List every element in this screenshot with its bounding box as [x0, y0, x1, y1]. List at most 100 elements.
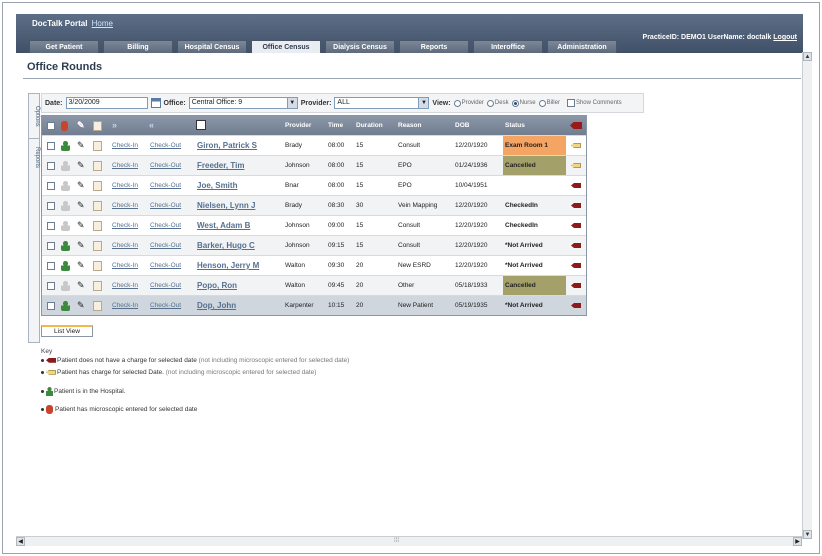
note-icon[interactable]	[93, 221, 102, 231]
check-out-link[interactable]: Check-Out	[150, 236, 181, 256]
pencil-icon[interactable]: ✎	[77, 280, 86, 290]
row-checkbox[interactable]	[47, 302, 55, 310]
check-out-link[interactable]: Check-Out	[150, 196, 181, 216]
list-view-tab[interactable]: List View	[41, 325, 93, 337]
patient-name-link[interactable]: Nielsen, Lynn J	[197, 196, 255, 216]
tab-billing[interactable]: Billing	[103, 40, 173, 53]
check-out-link[interactable]: Check-Out	[150, 176, 181, 196]
col-dob[interactable]: DOB	[455, 116, 469, 135]
check-out-link[interactable]: Check-Out	[150, 296, 181, 316]
col-time[interactable]: Time	[328, 116, 343, 135]
patient-name-link[interactable]: Henson, Jerry M	[197, 256, 259, 276]
vertical-scrollbar[interactable]: ▲ ▼	[802, 52, 812, 539]
logout-link[interactable]: Logout	[773, 34, 797, 41]
note-icon[interactable]	[93, 181, 102, 191]
check-in-link[interactable]: Check-In	[112, 296, 138, 316]
check-in-link[interactable]: Check-In	[112, 156, 138, 176]
scroll-right-icon[interactable]: ▶	[793, 537, 802, 546]
check-out-link[interactable]: Check-Out	[150, 276, 181, 296]
check-in-link[interactable]: Check-In	[112, 256, 138, 276]
checkbox[interactable]	[566, 99, 575, 107]
side-tab-options[interactable]: Options	[29, 98, 40, 134]
check-in-link[interactable]: Check-In	[112, 216, 138, 236]
col-duration[interactable]: Duration	[356, 116, 383, 135]
row-checkbox[interactable]	[47, 262, 55, 270]
check-in-link[interactable]: Check-In	[112, 236, 138, 256]
note-icon[interactable]	[93, 161, 102, 171]
back-icon[interactable]: «	[149, 116, 154, 135]
table-row[interactable]: ✎ Check-In Check-Out Barker, Hugo C Johnson 0…	[42, 235, 586, 255]
view-radio-nurse[interactable]: Nurse	[511, 99, 536, 107]
tab-office-census[interactable]: Office Census	[251, 40, 321, 53]
patient-name-link[interactable]: West, Adam B	[197, 216, 250, 236]
scroll-left-icon[interactable]: ◀	[16, 537, 25, 546]
forward-icon[interactable]: »	[112, 116, 117, 135]
scroll-grip-icon[interactable]: ⁞⁞⁞	[394, 538, 399, 544]
patient-name-link[interactable]: Joe, Smith	[197, 176, 237, 196]
table-row[interactable]: ✎ Check-In Check-Out Freeder, Tim Johnson 08:…	[42, 155, 586, 175]
view-radio-biller[interactable]: Biller	[538, 99, 560, 107]
table-row[interactable]: ✎ Check-In Check-Out Giron, Patrick S Brady 0…	[42, 135, 586, 155]
pencil-icon[interactable]: ✎	[77, 220, 86, 230]
tab-hospital-census[interactable]: Hospital Census	[177, 40, 247, 53]
view-radio-desk[interactable]: Desk	[486, 99, 509, 107]
note-icon[interactable]	[93, 241, 102, 251]
patient-name-link[interactable]: Popo, Ron	[197, 276, 237, 296]
row-checkbox[interactable]	[47, 162, 55, 170]
row-checkbox[interactable]	[47, 222, 55, 230]
pencil-icon[interactable]: ✎	[77, 260, 86, 270]
pencil-icon[interactable]: ✎	[77, 240, 86, 250]
scroll-up-icon[interactable]: ▲	[803, 52, 812, 61]
col-status[interactable]: Status	[505, 116, 525, 135]
tab-dialysis-census[interactable]: Dialysis Census	[325, 40, 395, 53]
check-in-link[interactable]: Check-In	[112, 276, 138, 296]
pencil-icon[interactable]: ✎	[77, 140, 86, 150]
check-out-link[interactable]: Check-Out	[150, 256, 181, 276]
patient-name-link[interactable]: Dop, John	[197, 296, 236, 316]
pencil-icon[interactable]: ✎	[77, 180, 86, 190]
row-checkbox[interactable]	[47, 182, 55, 190]
tab-get-patient[interactable]: Get Patient	[29, 40, 99, 53]
row-checkbox[interactable]	[47, 202, 55, 210]
table-row[interactable]: ✎ Check-In Check-Out Dop, John Karpenter 10:1…	[42, 295, 586, 315]
calendar-icon[interactable]	[150, 98, 161, 108]
patient-name-link[interactable]: Freeder, Tim	[197, 156, 244, 176]
patient-name-link[interactable]: Barker, Hugo C	[197, 236, 255, 256]
side-tab-reports[interactable]: Reports	[29, 138, 40, 176]
patient-name-link[interactable]: Giron, Patrick S	[197, 136, 257, 156]
col-reason[interactable]: Reason	[398, 116, 421, 135]
check-out-link[interactable]: Check-Out	[150, 136, 181, 156]
tab-reports[interactable]: Reports	[399, 40, 469, 53]
office-select[interactable]: Central Office: 9 ▼	[188, 97, 298, 109]
check-in-link[interactable]: Check-In	[112, 176, 138, 196]
pencil-icon[interactable]: ✎	[77, 300, 86, 310]
note-icon[interactable]	[93, 301, 102, 311]
table-row[interactable]: ✎ Check-In Check-Out Popo, Ron Walton 09:45 20…	[42, 275, 586, 295]
note-icon[interactable]	[93, 281, 102, 291]
home-link[interactable]: Home	[92, 19, 113, 28]
tab-interoffice[interactable]: Interoffice	[473, 40, 543, 53]
table-row[interactable]: ✎ Check-In Check-Out Joe, Smith Bnar 08:00 15 E…	[42, 175, 586, 195]
check-in-link[interactable]: Check-In	[112, 196, 138, 216]
table-row[interactable]: ✎ Check-In Check-Out Nielsen, Lynn J Brady 08…	[42, 195, 586, 215]
check-out-link[interactable]: Check-Out	[150, 216, 181, 236]
scroll-down-icon[interactable]: ▼	[803, 530, 812, 539]
table-row[interactable]: ✎ Check-In Check-Out Henson, Jerry M Walton 0…	[42, 255, 586, 275]
row-checkbox[interactable]	[47, 242, 55, 250]
check-out-link[interactable]: Check-Out	[150, 156, 181, 176]
check-in-link[interactable]: Check-In	[112, 136, 138, 156]
row-checkbox[interactable]	[47, 142, 55, 150]
provider-select[interactable]: ALL ▼	[334, 97, 430, 109]
table-row[interactable]: ✎ Check-In Check-Out West, Adam B Johnson 09:…	[42, 215, 586, 235]
pencil-icon[interactable]: ✎	[77, 200, 86, 210]
row-checkbox[interactable]	[47, 282, 55, 290]
note-icon[interactable]	[93, 261, 102, 271]
horizontal-scrollbar[interactable]: ◀ ⁞⁞⁞ ▶	[16, 536, 802, 546]
col-provider[interactable]: Provider	[285, 116, 311, 135]
date-input[interactable]: 3/20/2009	[65, 97, 148, 109]
note-icon[interactable]	[93, 141, 102, 151]
note-icon[interactable]	[93, 201, 102, 211]
show-comments-toggle[interactable]: Show Comments	[566, 99, 622, 107]
view-radio-provider[interactable]: Provider	[453, 99, 484, 107]
pencil-icon[interactable]: ✎	[77, 160, 86, 170]
